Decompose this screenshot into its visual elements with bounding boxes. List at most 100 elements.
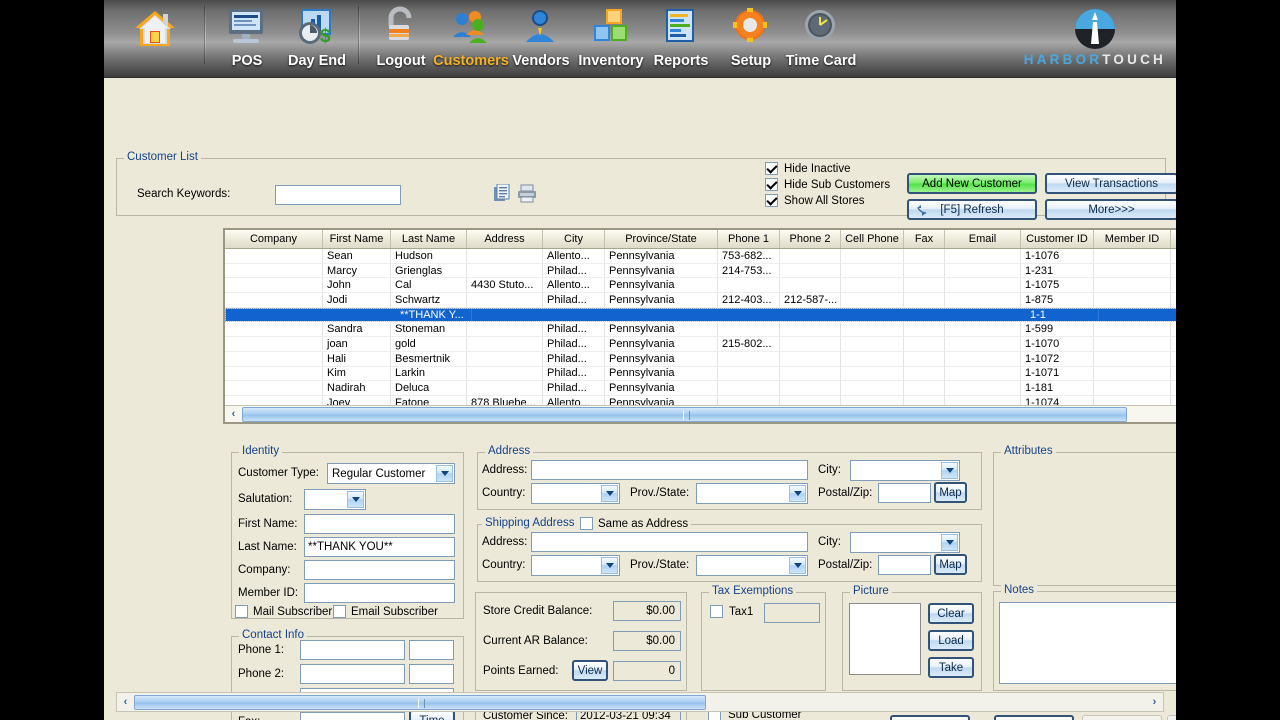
show-all-stores-row[interactable]: Show All Stores <box>765 194 890 207</box>
first-name-input[interactable] <box>304 514 455 534</box>
page-hscroll-thumb[interactable] <box>134 694 706 710</box>
grid-column-header[interactable]: Phone 2 <box>780 230 841 248</box>
toolbar-item-day-end[interactable]: $ Day End <box>282 0 352 74</box>
toolbar-item-setup[interactable]: Setup <box>716 0 786 74</box>
toolbar-item-customers[interactable]: Customers <box>433 0 509 74</box>
country-select[interactable] <box>531 483 620 504</box>
chevron-down-icon[interactable] <box>789 485 806 502</box>
shipping-map-button[interactable]: Map <box>934 554 967 575</box>
city-select[interactable] <box>850 460 960 481</box>
mail-subscriber-row[interactable]: Mail Subscriber <box>235 605 332 618</box>
table-row[interactable]: Sandra Stoneman Philad... Pennsylvania 1-599 <box>225 322 1176 338</box>
picture-take-button[interactable]: Take <box>928 657 974 678</box>
same-as-address-row[interactable]: Same as Address <box>577 517 692 530</box>
more-button[interactable]: More>>> <box>1045 199 1176 220</box>
chevron-down-icon[interactable] <box>941 534 958 551</box>
toolbar-item-home[interactable] <box>112 0 198 74</box>
shipping-city-select[interactable] <box>850 532 960 553</box>
toolbar-item-inventory[interactable]: Inventory <box>576 0 646 74</box>
hide-sub-customers-checkbox[interactable] <box>765 178 778 191</box>
phone2-extension-input[interactable] <box>409 664 454 684</box>
less-detail-button[interactable]: Less Detail <box>994 715 1074 720</box>
shipping-country-select[interactable] <box>531 555 620 576</box>
last-name-input[interactable] <box>304 537 455 557</box>
printer-icon[interactable] <box>517 184 537 208</box>
table-row[interactable]: Nadirah Deluca Philad... Pennsylvania 1-181 <box>225 381 1176 396</box>
postal-zip-input[interactable] <box>878 483 931 503</box>
view-transactions-button[interactable]: View Transactions <box>1045 173 1176 194</box>
grid-column-header[interactable]: Fax <box>904 230 945 248</box>
chevron-down-icon[interactable] <box>601 557 618 574</box>
grid-column-header[interactable]: First Name <box>323 230 391 248</box>
table-row[interactable]: Kim Larkin Philad... Pennsylvania 1-1071 <box>225 366 1176 382</box>
show-all-stores-checkbox[interactable] <box>765 194 778 207</box>
copy-page-icon[interactable] <box>494 183 511 208</box>
table-row[interactable]: **THANK Y... 1-1 <box>225 307 1176 323</box>
chevron-down-icon[interactable] <box>347 491 364 508</box>
company-input[interactable] <box>304 560 455 580</box>
same-as-address-checkbox[interactable] <box>580 517 593 530</box>
table-row[interactable]: John Cal 4430 Stuto... Allento... Pennsylvan… <box>225 278 1176 294</box>
phone1-input[interactable] <box>300 640 405 660</box>
prov-state-select[interactable] <box>696 483 808 504</box>
tax1-checkbox[interactable] <box>710 605 723 618</box>
email-subscriber-row[interactable]: Email Subscriber <box>333 605 438 618</box>
grid-column-header[interactable]: Cell Phone <box>841 230 904 248</box>
table-row[interactable]: Jodi Schwartz Philad... Pennsylvania 212-403… <box>225 293 1176 308</box>
phone1-extension-input[interactable] <box>409 640 454 660</box>
mail-subscriber-checkbox[interactable] <box>235 605 248 618</box>
chevron-down-icon[interactable] <box>789 557 806 574</box>
grid-column-header[interactable]: Member ID <box>1094 230 1171 248</box>
chevron-down-icon[interactable] <box>436 465 453 482</box>
tax1-row[interactable]: Tax1 <box>710 605 753 618</box>
shipping-postal-zip-input[interactable] <box>878 555 931 575</box>
grid-column-header[interactable]: Company <box>225 230 323 248</box>
chevron-down-icon[interactable] <box>601 485 618 502</box>
hide-inactive-checkbox[interactable] <box>765 162 778 175</box>
fax-input[interactable] <box>300 712 405 720</box>
shipping-address-input[interactable] <box>531 532 808 552</box>
table-row[interactable]: Marcy Grienglas Philad... Pennsylvania 214-7… <box>225 263 1176 279</box>
grid-column-header[interactable]: Email <box>945 230 1021 248</box>
grid-column-header[interactable]: Customer ID <box>1021 230 1094 248</box>
toolbar-item-pos[interactable]: POS <box>212 0 282 74</box>
refresh-button[interactable]: [F5] Refresh <box>907 199 1037 220</box>
customer-grid[interactable]: Company First Name Last Name Address City Pro… <box>223 228 1176 424</box>
table-row[interactable]: Hali Besmertnik Philad... Pennsylvania 1-107… <box>225 351 1176 367</box>
grid-scroll-left-button[interactable]: ‹ <box>225 406 242 422</box>
grid-column-header[interactable]: Postal <box>1171 230 1176 248</box>
grid-hscroll-thumb[interactable] <box>242 406 1127 422</box>
hide-sub-customers-row[interactable]: Hide Sub Customers <box>765 178 890 191</box>
page-scroll-left-button[interactable]: ‹ <box>117 696 134 708</box>
email-subscriber-checkbox[interactable] <box>333 605 346 618</box>
page-horizontal-scrollbar[interactable]: ‹ › <box>116 692 1164 712</box>
member-id-input[interactable] <box>304 583 455 603</box>
grid-column-header[interactable]: Address <box>467 230 543 248</box>
chevron-down-icon[interactable] <box>941 462 958 479</box>
grid-column-header[interactable]: Last Name <box>391 230 467 248</box>
toolbar-item-reports[interactable]: Reports <box>646 0 716 74</box>
crm-button[interactable]: CRM <box>890 715 970 720</box>
grid-column-header[interactable]: Province/State <box>605 230 718 248</box>
picture-preview[interactable] <box>849 603 921 675</box>
picture-clear-button[interactable]: Clear <box>928 603 974 624</box>
notes-textarea[interactable] <box>1000 603 1176 683</box>
table-row[interactable]: Sean Hudson Allento... Pennsylvania 753-682.… <box>225 249 1176 264</box>
search-input[interactable] <box>275 185 401 205</box>
toolbar-item-vendors[interactable]: Vendors <box>506 0 576 74</box>
toolbar-item-time-card[interactable]: Time Card <box>786 0 856 74</box>
salutation-select[interactable] <box>304 489 366 510</box>
grid-column-header[interactable]: Phone 1 <box>718 230 780 248</box>
table-row[interactable]: joan gold Philad... Pennsylvania 215-802... 1… <box>225 337 1176 352</box>
add-new-customer-button[interactable]: Add New Customer <box>907 173 1037 194</box>
customer-type-select[interactable]: Regular Customer <box>327 463 455 484</box>
phone2-input[interactable] <box>300 664 405 684</box>
address-input[interactable] <box>531 460 808 480</box>
page-scroll-right-button[interactable]: › <box>1146 696 1163 708</box>
hide-inactive-row[interactable]: Hide Inactive <box>765 162 890 175</box>
toolbar-item-logout[interactable]: Logout <box>366 0 436 74</box>
tax1-input[interactable] <box>764 603 820 623</box>
shipping-prov-state-select[interactable] <box>696 555 808 576</box>
map-button[interactable]: Map <box>934 482 967 503</box>
points-view-button[interactable]: View <box>572 660 608 681</box>
